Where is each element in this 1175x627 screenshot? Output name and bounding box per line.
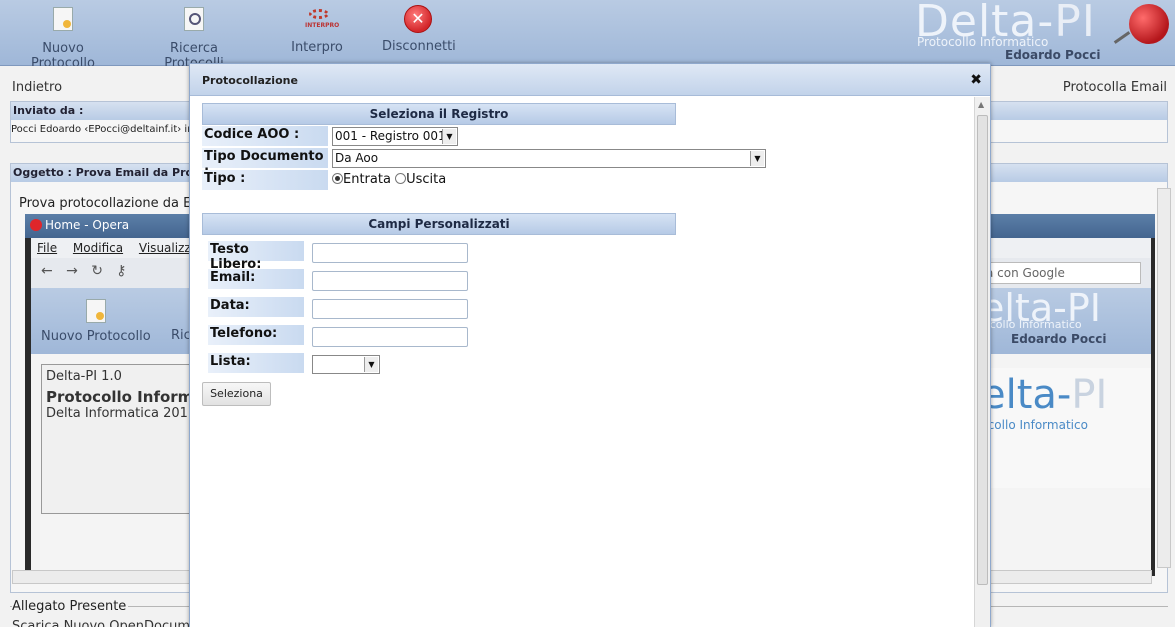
close-icon[interactable]: ✖ — [970, 72, 982, 88]
section-campi-personalizzati: Campi Personalizzati — [202, 213, 676, 235]
protocolla-email-link[interactable]: Protocolla Email — [1063, 80, 1167, 95]
data-label: Data: — [208, 297, 304, 317]
testo-libero-input[interactable] — [312, 243, 468, 263]
lista-select[interactable]: ▼ — [312, 355, 380, 374]
telefono-input[interactable] — [312, 327, 468, 347]
chevron-down-icon: ▼ — [442, 129, 456, 144]
radio-uscita[interactable] — [395, 173, 407, 184]
radio-entrata-label: Entrata — [343, 172, 391, 187]
testo-libero-label: Testo Libero: — [208, 241, 304, 272]
scroll-up-icon[interactable]: ▲ — [978, 100, 984, 109]
tipo-label: Tipo : — [202, 170, 328, 190]
google-search-field[interactable]: a con Google — [981, 262, 1141, 284]
tipo-radio-group: Entrata Uscita — [332, 172, 446, 187]
attachment-download-link[interactable]: Scarica Nuovo OpenDocume — [12, 619, 198, 627]
section-seleziona-registro: Seleziona il Registro — [202, 103, 676, 125]
ricerca-protocolli-button[interactable]: Ricerca Protocolli — [140, 4, 248, 71]
email-label: Email: — [208, 269, 304, 289]
reload-icon[interactable]: ↻ — [91, 263, 103, 279]
radio-uscita-label: Uscita — [406, 172, 447, 187]
lista-label: Lista: — [208, 353, 304, 373]
seleziona-button[interactable]: Seleziona — [202, 382, 271, 406]
tipo-documento-label: Tipo Documento : — [202, 148, 328, 179]
interpro-logo-icon: INTERPRO — [303, 6, 339, 36]
menu-modifica[interactable]: Modifica — [73, 241, 123, 255]
embedded-new-document-icon — [85, 299, 106, 323]
new-document-icon — [49, 7, 77, 37]
dialog-titlebar: Protocollazione ✖ — [190, 64, 990, 96]
subject-body: Prova protocollazione da En — [19, 196, 200, 211]
back-link[interactable]: Indietro — [12, 80, 62, 95]
top-toolbar: Nuovo Protocollo Ricerca Protocolli INTE… — [0, 0, 1175, 71]
radio-entrata[interactable] — [332, 173, 343, 184]
user-name: Edoardo Pocci — [1005, 48, 1101, 62]
attachment-title: Allegato Presente — [12, 599, 129, 614]
opera-window-title: Home - Opera — [45, 218, 130, 232]
pushpin-icon — [1129, 4, 1169, 44]
chevron-down-icon: ▼ — [364, 357, 378, 372]
pushpin-needle-icon — [1113, 31, 1131, 44]
opera-logo-icon — [30, 219, 42, 231]
forward-arrow-icon[interactable]: → — [66, 263, 78, 279]
menu-file[interactable]: File — [37, 241, 57, 255]
telefono-label: Telefono: — [208, 325, 304, 345]
codice-aoo-label: Codice AOO : — [202, 126, 328, 146]
embedded-big-logo: elta-PI tcollo Informatico — [981, 368, 1151, 488]
tipo-documento-select[interactable]: Da Aoo ▼ — [332, 149, 766, 168]
nuovo-protocollo-button[interactable]: Nuovo Protocollo — [10, 4, 116, 71]
interpro-logo-text: INTERPRO — [305, 22, 340, 29]
dialog-vertical-scrollbar[interactable]: ▲ — [974, 97, 990, 627]
data-input[interactable] — [312, 299, 468, 319]
interpro-label: Interpro — [291, 40, 343, 55]
embedded-brand: elta-PI ocollo Informatico Edoardo Pocci — [981, 286, 1107, 346]
key-icon[interactable]: ⚷ — [116, 263, 126, 279]
scrollbar-thumb[interactable] — [977, 115, 988, 585]
brand-logo: Delta-PI Protocollo Informatico Edoardo … — [915, 0, 1175, 66]
dialog-title: Protocollazione — [202, 74, 298, 87]
embedded-nuovo-protocollo: Nuovo Protocollo — [41, 296, 151, 344]
back-arrow-icon[interactable]: ← — [41, 263, 53, 279]
page-vertical-scrollbar[interactable] — [1157, 188, 1171, 568]
dialog-body: Seleziona il Registro Codice AOO : 001 -… — [190, 97, 976, 627]
chevron-down-icon: ▼ — [750, 151, 764, 166]
email-input[interactable] — [312, 271, 468, 291]
brand-subtitle: Protocollo Informatico — [917, 35, 1049, 49]
codice-aoo-select[interactable]: 001 - Registro 001 ▼ — [332, 127, 458, 146]
disconnect-icon: ✕ — [404, 5, 432, 35]
disconnetti-button[interactable]: ✕ Disconnetti — [382, 4, 456, 54]
search-document-icon — [180, 7, 208, 37]
embedded-ricerca-cut: Ric — [171, 328, 191, 343]
disconnetti-label: Disconnetti — [382, 39, 456, 54]
protocollazione-dialog: Protocollazione ✖ Seleziona il Registro … — [189, 63, 991, 627]
interpro-button[interactable]: INTERPRO Interpro — [290, 4, 344, 55]
